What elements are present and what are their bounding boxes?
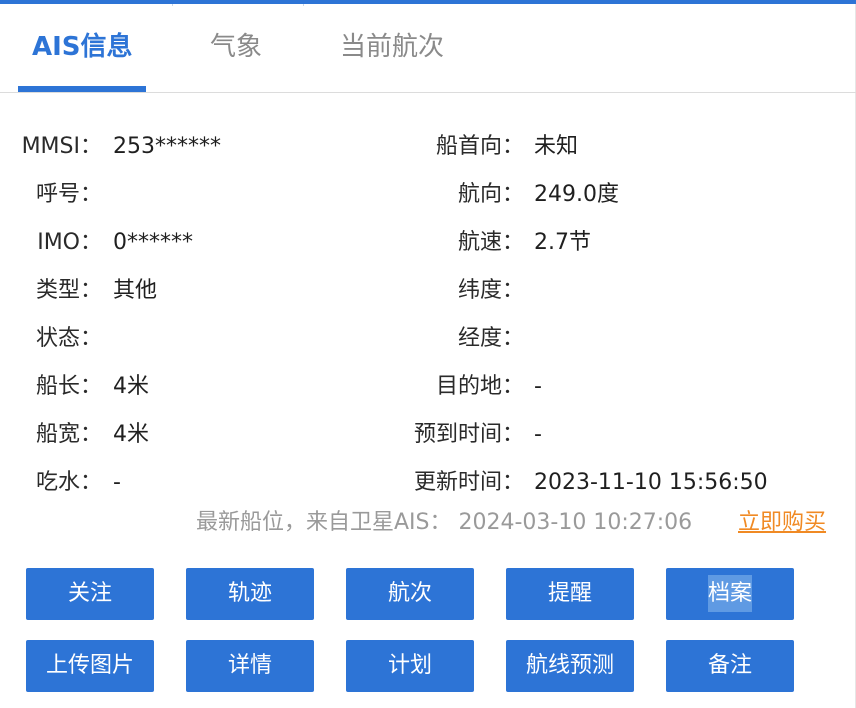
field-label: 船首向：: [435, 134, 524, 159]
field-label: 状态：: [35, 326, 102, 351]
field-value: 253******: [113, 134, 221, 159]
follow-button[interactable]: 关注: [26, 568, 154, 620]
archive-button[interactable]: 档案: [666, 568, 794, 620]
field-value: -: [534, 374, 542, 399]
field-value: 2.7节: [534, 230, 591, 255]
field-imo: IMO：: [0, 228, 102, 258]
field-label: 航向：: [457, 182, 524, 207]
field-value: 2023-11-10 15:56:50: [534, 470, 768, 495]
field-status: 状态：: [0, 324, 102, 354]
reminder-button[interactable]: 提醒: [506, 568, 634, 620]
field-value: 4米: [113, 374, 149, 399]
field-label: 预到时间：: [413, 422, 524, 447]
field-label: 经度：: [457, 326, 524, 351]
route-prediction-button[interactable]: 航线预测: [506, 640, 634, 692]
field-label: IMO：: [37, 230, 102, 255]
field-longitude: 经度：: [380, 324, 524, 354]
field-label: 类型：: [35, 278, 102, 303]
ship-info-panel: AIS信息 气象 当前航次 MMSI： 253****** 呼号： IMO： 0…: [0, 0, 856, 708]
field-label: 船宽：: [35, 422, 102, 447]
field-speed: 航速：: [380, 228, 524, 258]
voyage-button[interactable]: 航次: [346, 568, 474, 620]
field-label: 航速：: [457, 230, 524, 255]
tab-weather[interactable]: 气象: [210, 30, 262, 64]
field-label: 呼号：: [35, 182, 102, 207]
field-type: 类型：: [0, 276, 102, 306]
upload-image-button[interactable]: 上传图片: [26, 640, 154, 692]
field-beam: 船宽：: [0, 420, 102, 450]
archive-button-label: 档案: [707, 575, 752, 612]
field-call-sign: 呼号：: [0, 180, 102, 210]
field-mmsi: MMSI：: [0, 132, 102, 162]
field-value: 未知: [534, 134, 579, 159]
field-label: 目的地：: [435, 374, 524, 399]
field-course: 航向：: [380, 180, 524, 210]
plan-button[interactable]: 计划: [346, 640, 474, 692]
field-value: 其他: [113, 278, 158, 303]
field-value: 4米: [113, 422, 149, 447]
track-button[interactable]: 轨迹: [186, 568, 314, 620]
field-label: 纬度：: [457, 278, 524, 303]
field-label: 吃水：: [35, 470, 102, 495]
tab-ais-info[interactable]: AIS信息: [32, 30, 133, 64]
field-heading: 船首向：: [380, 132, 524, 162]
tab-bar: AIS信息 气象 当前航次: [0, 4, 856, 93]
field-label: 更新时间：: [413, 470, 524, 495]
field-value: 249.0度: [534, 182, 619, 207]
field-value: 0******: [113, 230, 193, 255]
buy-now-link[interactable]: 立即购买: [738, 508, 826, 538]
field-label: MMSI：: [21, 134, 102, 159]
field-draft: 吃水：: [0, 468, 102, 498]
field-value: -: [113, 470, 121, 495]
active-tab-indicator: [18, 86, 146, 92]
field-label: 船长：: [35, 374, 102, 399]
tab-current-voyage[interactable]: 当前航次: [340, 30, 444, 64]
field-value: -: [534, 422, 542, 447]
field-update-time: 更新时间：: [380, 468, 524, 498]
latest-position-info: 最新船位，来自卫星AIS： 2024-03-10 10:27:06: [196, 510, 693, 535]
field-destination: 目的地：: [380, 372, 524, 402]
field-eta: 预到时间：: [380, 420, 524, 450]
details-button[interactable]: 详情: [186, 640, 314, 692]
field-length: 船长：: [0, 372, 102, 402]
field-latitude: 纬度：: [380, 276, 524, 306]
notes-button[interactable]: 备注: [666, 640, 794, 692]
